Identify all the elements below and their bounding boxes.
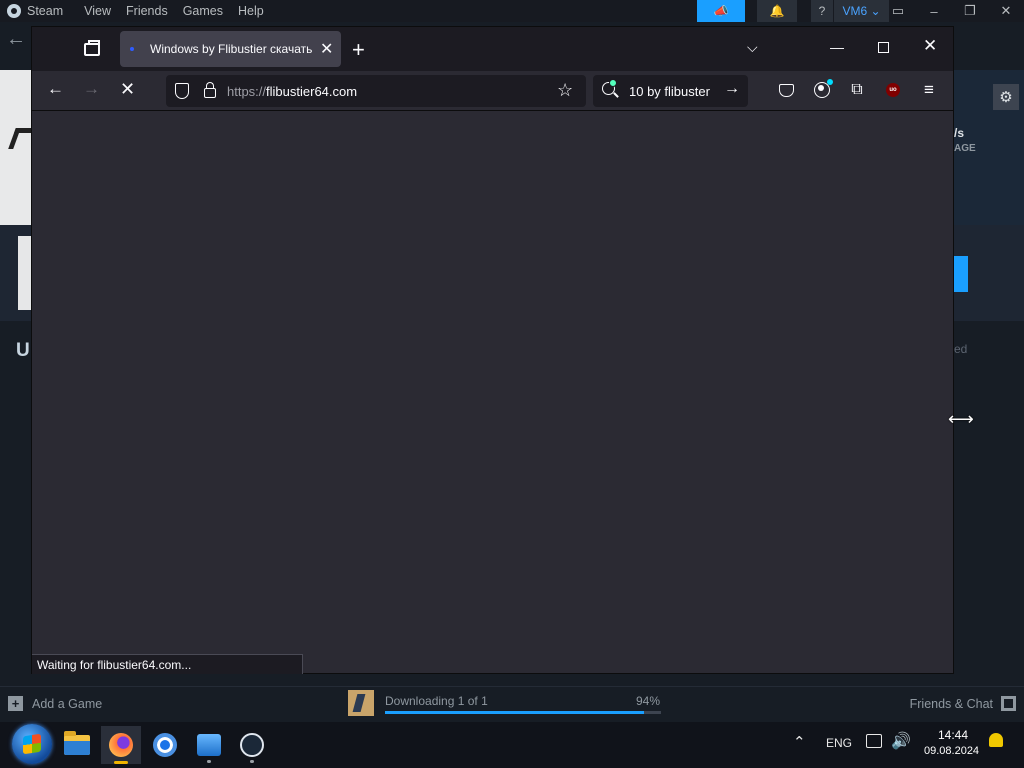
status-dot-icon — [609, 79, 617, 87]
taskbar-chrome[interactable] — [145, 726, 185, 764]
input-language[interactable]: ENG — [826, 736, 852, 750]
download-status-text[interactable]: Downloading 1 of 1 — [385, 694, 488, 708]
maximize-icon[interactable] — [878, 42, 889, 53]
folder-icon — [64, 731, 90, 755]
active-indicator — [114, 761, 128, 764]
help-button[interactable]: ? — [811, 0, 833, 22]
megaphone-icon: 📣 — [713, 4, 729, 18]
desktop: Steam View Friends Games Help 📣 🔔 ? VM6 … — [0, 0, 1024, 768]
forward-arrow-icon[interactable]: → — [83, 79, 100, 99]
url-bar[interactable]: https://flibustier64.com ☆ — [166, 75, 586, 107]
new-tab-plus-icon[interactable]: + — [352, 37, 365, 63]
close-tab-icon[interactable]: ✕ — [320, 39, 333, 59]
volume-icon[interactable]: 🔊 — [891, 731, 911, 751]
loading-favicon-icon — [130, 47, 134, 51]
firefox-window: Windows by Flibustier скачать ✕ + ⌵ — ✕ … — [31, 26, 954, 674]
download-progress-bar — [385, 711, 661, 714]
taskbar-file-explorer[interactable] — [57, 726, 97, 764]
start-button-windows-icon[interactable] — [12, 724, 52, 764]
friends-chat-icon — [1001, 696, 1016, 711]
tab-bar: Windows by Flibustier скачать ✕ + ⌵ — ✕ — [32, 27, 953, 71]
network-icon[interactable] — [866, 734, 882, 748]
steam-menu-help[interactable]: Help — [238, 4, 264, 18]
show-hidden-icons-chevron-icon[interactable]: ⌃ — [793, 733, 806, 751]
taskbar-firefox[interactable] — [101, 726, 141, 764]
ublock-origin-icon[interactable]: uo — [884, 81, 902, 99]
list-all-tabs-chevron-icon[interactable]: ⌵ — [747, 39, 758, 56]
steam-menu-games[interactable]: Games — [183, 4, 223, 18]
status-panel: Waiting for flibustier64.com... — [32, 654, 303, 674]
steam-game-banner — [0, 70, 32, 225]
clock-date[interactable]: 09.08.2024 — [924, 745, 979, 757]
minimize-icon[interactable]: — — [830, 39, 844, 55]
clock-time[interactable]: 14:44 — [938, 728, 968, 742]
resize-cursor-icon: ⟷ — [948, 409, 974, 429]
taskbar-media-player[interactable] — [189, 726, 229, 764]
friends-chat-button[interactable]: Friends & Chat — [910, 696, 1016, 711]
navigation-toolbar: ← → ✕ https://flibustier64.com ☆ 10 by f… — [32, 71, 953, 111]
tab-title: Windows by Flibustier скачать — [150, 42, 313, 56]
gear-icon[interactable]: ⚙ — [993, 84, 1019, 110]
pocket-icon[interactable] — [777, 81, 795, 99]
downloading-game-thumbnail[interactable] — [348, 690, 374, 716]
suggestion-text: 10 by flibuster — [629, 84, 710, 99]
steam-restore-button[interactable]: ❐ — [952, 3, 988, 19]
steam-status-fragment: ed — [954, 342, 968, 356]
url-protocol: https:// — [227, 84, 267, 99]
running-indicator — [250, 760, 254, 763]
tracking-protection-shield-icon[interactable] — [175, 83, 189, 99]
extensions-puzzle-icon[interactable]: ⧉ — [848, 81, 866, 99]
running-indicator — [207, 760, 211, 763]
steam-menu-friends[interactable]: Friends — [126, 4, 168, 18]
steam-action-button[interactable] — [954, 256, 968, 292]
plus-icon: + — [8, 696, 23, 711]
tab-flibustier[interactable]: Windows by Flibustier скачать ✕ — [120, 31, 341, 67]
steam-menu-view[interactable]: View — [84, 4, 111, 18]
bell-icon: 🔔 — [769, 4, 785, 18]
firefox-view-icon[interactable] — [82, 39, 102, 59]
hamburger-menu-icon[interactable]: ≡ — [920, 80, 938, 99]
add-game-label: Add a Game — [32, 696, 103, 711]
download-percent: 94% — [636, 694, 661, 708]
firefox-icon — [109, 733, 133, 757]
steam-menu-steam[interactable]: Steam — [27, 4, 63, 18]
steam-logo-icon[interactable] — [7, 4, 21, 18]
steam-close-button[interactable]: ✕ — [988, 3, 1024, 19]
download-progress-fill — [385, 711, 645, 714]
steam-bottom-bar — [0, 686, 1024, 722]
page-content[interactable] — [32, 112, 953, 673]
notification-bell-icon[interactable] — [989, 733, 1003, 747]
close-window-icon[interactable]: ✕ — [923, 36, 937, 56]
steam-minimize-button[interactable]: – — [916, 4, 952, 19]
go-arrow-icon: → — [724, 80, 740, 97]
steam-game-thumbnail — [18, 236, 32, 310]
account-icon[interactable] — [813, 79, 833, 99]
add-game-button[interactable]: + Add a Game — [8, 696, 102, 711]
steam-section-heading: U — [16, 340, 30, 361]
lock-icon[interactable] — [204, 82, 216, 98]
search-suggestion-button[interactable]: 10 by flibuster → — [593, 75, 748, 107]
url-host: flibustier64.com — [266, 84, 358, 99]
media-player-icon — [197, 734, 221, 756]
url-text[interactable]: https://flibustier64.com — [227, 84, 357, 99]
notifications-button[interactable]: 🔔 — [757, 0, 797, 22]
steam-window-controls: ▭ – ❐ ✕ — [880, 0, 1024, 22]
stop-loading-icon[interactable]: ✕ — [120, 79, 135, 100]
steam-icon — [240, 733, 264, 757]
taskbar-steam[interactable] — [232, 726, 272, 764]
steam-back-arrow-icon[interactable]: ← — [6, 28, 26, 51]
download-speed-label: /s — [954, 126, 965, 140]
download-speed-sublabel: AGE — [954, 143, 976, 154]
big-picture-icon[interactable]: ▭ — [880, 3, 916, 19]
friends-chat-label: Friends & Chat — [909, 696, 993, 711]
chrome-icon — [153, 733, 177, 757]
bookmark-star-icon[interactable]: ☆ — [557, 80, 573, 101]
announcements-button[interactable]: 📣 — [697, 0, 745, 22]
back-arrow-icon[interactable]: ← — [47, 79, 64, 99]
